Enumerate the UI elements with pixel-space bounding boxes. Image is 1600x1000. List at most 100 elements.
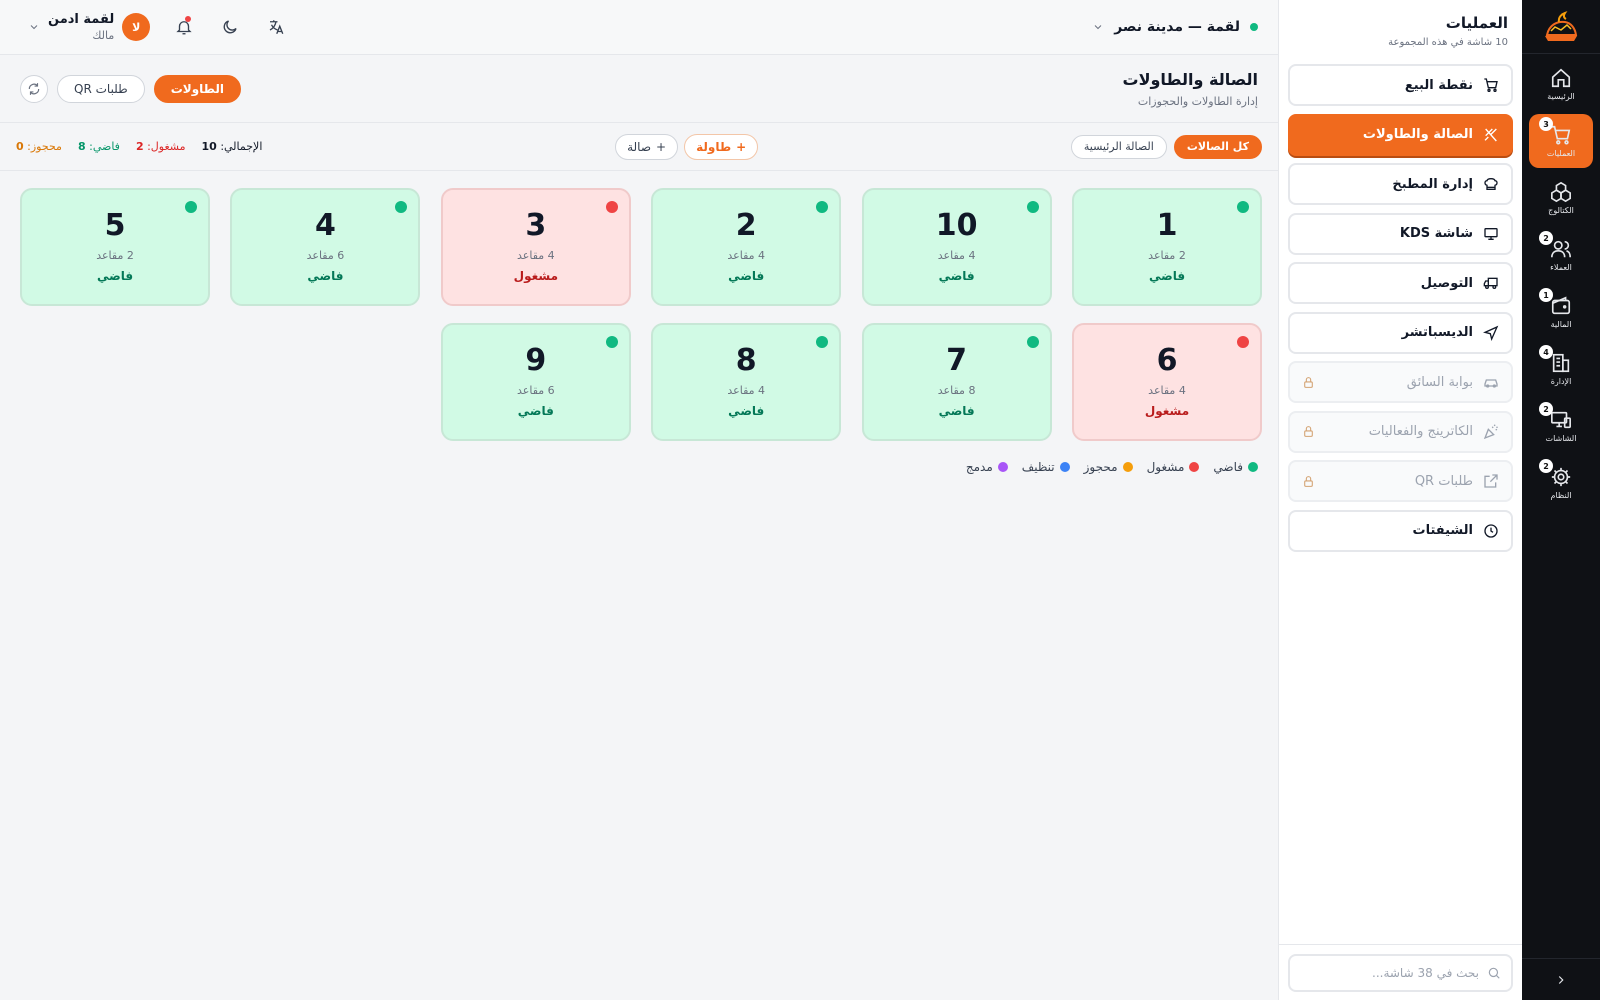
menu-item-dining-tables[interactable]: الصالة والطاولات bbox=[1288, 113, 1513, 156]
menu-item-delivery[interactable]: التوصيل bbox=[1288, 262, 1513, 304]
page-subtitle: إدارة الطاولات والحجوزات bbox=[1137, 94, 1258, 108]
tables-tab-button[interactable]: الطاولات bbox=[153, 74, 241, 103]
table-status: فاضي bbox=[728, 269, 765, 283]
notifications-button[interactable] bbox=[172, 15, 196, 39]
table-card[interactable]: 9 6 مقاعد فاضي bbox=[440, 323, 631, 441]
filter-all-halls[interactable]: كل الصالات bbox=[1173, 134, 1262, 159]
menu-item-catering[interactable]: الكاترينج والفعاليات bbox=[1288, 410, 1513, 453]
user-role: مالك bbox=[92, 29, 115, 42]
menu-item-kitchen[interactable]: إدارة المطبخ bbox=[1288, 163, 1513, 205]
table-card[interactable]: 1 2 مقاعد فاضي bbox=[1072, 188, 1262, 306]
search-icon bbox=[1488, 967, 1500, 979]
table-number: 7 bbox=[946, 343, 968, 378]
menu-item-label: شاشة KDS bbox=[1399, 226, 1473, 241]
legend-dot bbox=[1122, 462, 1133, 472]
users-icon bbox=[1551, 240, 1571, 258]
chef-hat-icon bbox=[1484, 178, 1498, 190]
table-status: فاضي bbox=[938, 269, 975, 283]
screen-search-input[interactable]: بحث في 38 شاشة... bbox=[1288, 954, 1513, 992]
menu-item-pos[interactable]: نقطة البيع bbox=[1288, 64, 1513, 106]
menu-item-driver-portal[interactable]: بوابة السائق bbox=[1288, 361, 1513, 403]
add-hall-button[interactable]: + صالة bbox=[615, 133, 679, 160]
legend-item: فاضي bbox=[1213, 460, 1258, 474]
table-seats: 2 مقاعد bbox=[96, 249, 134, 262]
wallet-icon bbox=[1551, 296, 1571, 315]
rail-item-label: الشاشات bbox=[1545, 434, 1577, 443]
table-status-dot bbox=[1237, 336, 1249, 348]
legend-item: تنظيف bbox=[1022, 460, 1070, 474]
refresh-icon bbox=[28, 82, 40, 95]
chevron-down-icon bbox=[1094, 25, 1102, 30]
legend-dot bbox=[1059, 462, 1070, 472]
rail-item-management[interactable]: 4 الإدارة bbox=[1529, 342, 1593, 396]
panel-subtitle: 10 شاشة في هذه المجموعة bbox=[1388, 37, 1508, 48]
legend-label: مدمج bbox=[965, 460, 993, 474]
rail-item-home[interactable]: الرئيسية bbox=[1529, 57, 1593, 111]
menu-item-shifts[interactable]: الشيفتات bbox=[1288, 509, 1513, 552]
theme-toggle-button[interactable] bbox=[218, 15, 242, 39]
party-icon bbox=[1483, 423, 1498, 439]
rail-item-system[interactable]: 2 النظام bbox=[1529, 456, 1593, 510]
page-header: الصالة والطاولات إدارة الطاولات والحجوزا… bbox=[0, 55, 1278, 123]
menu-item-label: إدارة المطبخ bbox=[1392, 176, 1473, 192]
table-status-dot bbox=[605, 336, 618, 348]
navigation-icon bbox=[1483, 325, 1499, 341]
filter-main-hall[interactable]: الصالة الرئيسية bbox=[1070, 134, 1167, 159]
rail-item-operations[interactable]: 3 العمليات bbox=[1529, 114, 1593, 168]
lock-icon bbox=[1304, 376, 1313, 388]
table-card[interactable]: 10 4 مقاعد فاضي bbox=[861, 188, 1052, 306]
table-seats: 4 مقاعد bbox=[517, 249, 555, 262]
panel-menu: نقطة البيع الصالة والطاولات إدارة المطبخ… bbox=[1279, 64, 1522, 552]
table-card[interactable]: 4 6 مقاعد فاضي bbox=[230, 188, 421, 306]
rail-item-finance[interactable]: 1 المالية bbox=[1529, 285, 1593, 339]
table-status: فاضي bbox=[517, 404, 554, 418]
rail-item-label: الكتالوج bbox=[1548, 206, 1574, 215]
table-card[interactable]: 5 2 مقاعد فاضي bbox=[20, 188, 211, 306]
boxes-icon bbox=[1551, 181, 1571, 203]
search-placeholder: بحث في 38 شاشة... bbox=[1372, 966, 1479, 980]
app-logo[interactable] bbox=[1522, 0, 1600, 54]
stat-busy: مشغول: 2 bbox=[135, 140, 186, 153]
branch-name: لقمة — مدينة نصر bbox=[1114, 19, 1240, 35]
table-number: 3 bbox=[525, 208, 547, 243]
menu-item-qr-orders[interactable]: طلبات QR bbox=[1288, 460, 1513, 502]
monitor-icon bbox=[1484, 227, 1498, 240]
user-name: لقمة ادمن bbox=[48, 12, 115, 27]
table-number: 8 bbox=[735, 343, 757, 378]
menu-item-label: طلبات QR bbox=[1414, 473, 1473, 489]
table-card[interactable]: 7 8 مقاعد فاضي bbox=[861, 323, 1052, 441]
plus-icon: + bbox=[736, 139, 747, 154]
top-bar: لقمة — مدينة نصر لقمة ادمن مالك لا bbox=[0, 0, 1278, 55]
external-link-icon bbox=[1484, 474, 1498, 488]
menu-item-dispatcher[interactable]: الديسباتشر bbox=[1288, 311, 1513, 354]
table-seats: 4 مقاعد bbox=[727, 384, 766, 397]
rail-item-customers[interactable]: 2 العملاء bbox=[1529, 228, 1593, 282]
legend-item: محجوز bbox=[1084, 460, 1133, 474]
rail-collapse-button[interactable] bbox=[1522, 958, 1600, 1000]
table-card[interactable]: 6 4 مقاعد مشغول bbox=[1072, 323, 1262, 441]
menu-item-kds[interactable]: شاشة KDS bbox=[1288, 212, 1513, 255]
cart-icon bbox=[1551, 125, 1571, 145]
qr-orders-tab-button[interactable]: طلبات QR bbox=[57, 74, 145, 103]
rail-item-screens[interactable]: 2 الشاشات bbox=[1529, 399, 1593, 453]
table-card[interactable]: 3 4 مقاعد مشغول bbox=[440, 188, 631, 306]
branch-selector[interactable]: لقمة — مدينة نصر bbox=[1092, 19, 1258, 35]
refresh-button[interactable] bbox=[20, 74, 48, 103]
table-seats: 4 مقاعد bbox=[1148, 384, 1186, 397]
legend-label: محجوز bbox=[1083, 460, 1118, 474]
table-card[interactable]: 8 4 مقاعد فاضي bbox=[651, 323, 842, 441]
menu-item-label: الشيفتات bbox=[1412, 523, 1473, 538]
table-card[interactable]: 2 4 مقاعد فاضي bbox=[651, 188, 842, 306]
monitor-icon bbox=[1551, 411, 1571, 429]
add-table-button[interactable]: + طاولة bbox=[684, 133, 759, 160]
language-button[interactable] bbox=[264, 15, 288, 39]
legend-item: مشغول bbox=[1147, 460, 1200, 474]
rail-item-catalog[interactable]: الكتالوج bbox=[1529, 171, 1593, 225]
section-panel: العمليات 10 شاشة في هذه المجموعة نقطة ال… bbox=[1278, 0, 1522, 1000]
branch-status-dot bbox=[1250, 23, 1258, 31]
rail-item-label: الرئيسية bbox=[1547, 92, 1575, 101]
lock-icon bbox=[1304, 475, 1313, 487]
user-menu[interactable]: لقمة ادمن مالك لا bbox=[28, 12, 151, 42]
table-status: فاضي bbox=[728, 404, 765, 418]
clock-icon bbox=[1484, 523, 1498, 538]
